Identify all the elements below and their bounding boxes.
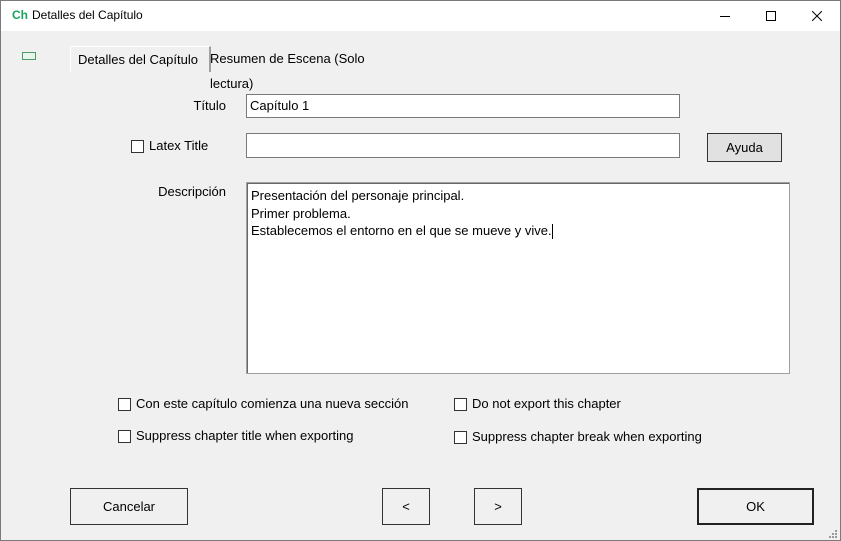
app-icon: Ch xyxy=(12,8,28,22)
ok-button[interactable]: OK xyxy=(697,488,814,525)
minimize-button[interactable] xyxy=(702,1,748,30)
new-section-label: Con este capítulo comienza una nueva sec… xyxy=(136,396,409,411)
no-export-checkbox[interactable]: Do not export this chapter xyxy=(454,396,621,412)
previous-button-label: < xyxy=(402,499,410,514)
checkbox-icon xyxy=(118,429,131,443)
tab-strip-icon xyxy=(22,52,36,60)
text-caret xyxy=(551,224,553,240)
suppress-break-checkbox[interactable]: Suppress chapter break when exporting xyxy=(454,429,702,445)
checkbox-icon xyxy=(131,139,144,153)
new-section-checkbox[interactable]: Con este capítulo comienza una nueva sec… xyxy=(118,396,408,412)
suppress-title-label: Suppress chapter title when exporting xyxy=(136,428,354,443)
checkbox-icon xyxy=(118,397,131,411)
checkbox-icon xyxy=(454,397,467,411)
latex-title-input[interactable] xyxy=(246,133,680,158)
maximize-button[interactable] xyxy=(748,1,794,30)
resize-grip-icon[interactable] xyxy=(826,528,838,539)
ayuda-button-label: Ayuda xyxy=(726,140,763,155)
close-button[interactable] xyxy=(794,1,840,30)
no-export-label: Do not export this chapter xyxy=(472,396,621,411)
latex-title-checkbox[interactable]: Latex Title xyxy=(131,138,208,154)
descripcion-textarea[interactable]: Presentación del personaje principal. Pr… xyxy=(246,182,790,374)
next-button-label: > xyxy=(494,499,502,514)
cancelar-button-label: Cancelar xyxy=(102,499,156,514)
close-icon xyxy=(812,10,822,21)
checkbox-icon xyxy=(454,430,467,444)
cancelar-button[interactable]: Cancelar xyxy=(70,488,188,525)
titulo-input[interactable]: Capítulo 1 xyxy=(246,94,680,118)
descripcion-label: Descripción xyxy=(158,184,226,199)
ok-button-label: OK xyxy=(746,499,765,514)
titulo-label: Título xyxy=(193,98,226,113)
previous-button[interactable]: < xyxy=(382,488,430,525)
tab-resumen[interactable]: Resumen de Escena (Solo lectura) xyxy=(206,46,414,91)
minimize-icon xyxy=(720,15,730,17)
maximize-icon xyxy=(766,10,776,21)
latex-title-label: Latex Title xyxy=(149,138,209,153)
next-button[interactable]: > xyxy=(474,488,522,525)
window-title: Detalles del Capítulo xyxy=(32,8,143,22)
descripcion-text: Presentación del personaje principal. Pr… xyxy=(251,188,552,238)
suppress-break-label: Suppress chapter break when exporting xyxy=(472,429,702,444)
ayuda-button[interactable]: Ayuda xyxy=(707,133,782,162)
tab-detalles[interactable]: Detalles del Capítulo xyxy=(70,46,211,72)
suppress-title-checkbox[interactable]: Suppress chapter title when exporting xyxy=(118,428,354,444)
